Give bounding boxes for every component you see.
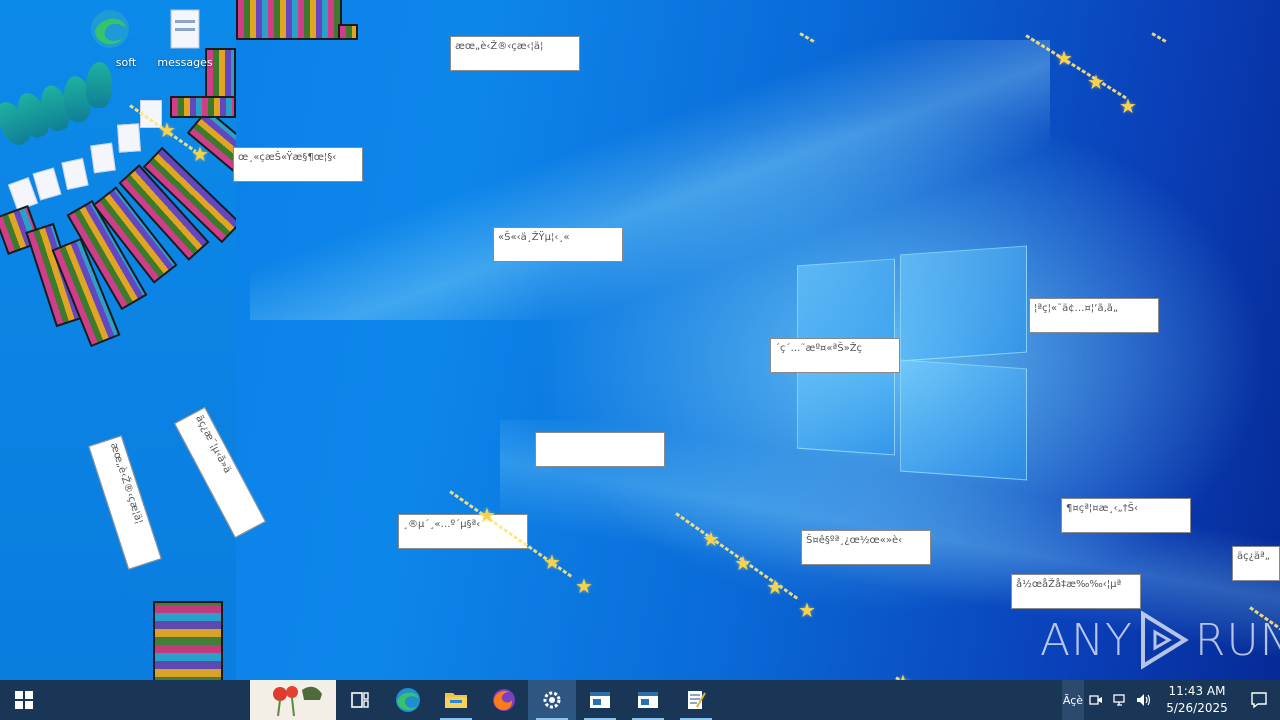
star-icon: ★ <box>191 142 209 166</box>
poppy-icon <box>273 686 322 717</box>
windows-logo-pane <box>900 359 1027 481</box>
window-icon <box>590 692 610 708</box>
star-icon: ★ <box>158 118 176 142</box>
firefox-taskbar-button[interactable] <box>480 680 528 720</box>
glitch-thumbnail <box>153 601 223 680</box>
desktop-icon-label: soft <box>115 56 137 69</box>
floating-label <box>535 432 665 467</box>
notification-icon <box>1251 692 1267 709</box>
task-view-icon <box>351 692 369 708</box>
shooting-star-trail <box>1151 32 1167 43</box>
windows-logo-pane <box>797 358 895 456</box>
firefox-icon <box>493 689 515 711</box>
glitch-paper <box>61 158 89 190</box>
folder-icon <box>445 693 467 708</box>
watermark-text: RUN <box>1194 614 1280 666</box>
floating-label: ¦ªç¦«˜ä¢…¤¦‘ã‚ã„ <box>1029 298 1159 333</box>
window-taskbar-button[interactable] <box>624 680 672 720</box>
desktop: soft messages æœ„è‹Ž®‹çæ‹¦ä¦ œ¸«çæŠ«Ÿæ§¶… <box>0 0 1280 680</box>
star-icon: ★ <box>766 575 784 599</box>
star-icon: ★ <box>1087 70 1105 94</box>
clock[interactable]: 11:43 AM 5/26/2025 <box>1156 683 1238 717</box>
star-icon: ★ <box>798 598 816 622</box>
shooting-star-trail <box>1025 34 1129 101</box>
window-icon <box>638 692 658 708</box>
network-icon[interactable] <box>1108 680 1132 720</box>
window-taskbar-button[interactable] <box>576 680 624 720</box>
floating-label: ´ç´…˜æº¤«ªŠ»Žç <box>770 338 900 373</box>
floating-label: äç¿äª„ <box>1232 546 1280 581</box>
volume-icon[interactable] <box>1132 680 1156 720</box>
desktop-icon-edge[interactable]: soft <box>80 8 140 69</box>
star-icon: ★ <box>1055 46 1073 70</box>
watermark-text: ANY <box>1040 614 1133 666</box>
ime-indicator[interactable]: Ãçè <box>1062 680 1084 720</box>
desktop-icon-messages[interactable]: messages <box>150 8 220 69</box>
floating-label: å½œåŽå‡æ‰‰‹¦µª <box>1011 574 1141 609</box>
file-explorer-taskbar-button[interactable] <box>432 680 480 720</box>
task-view-button[interactable] <box>336 680 384 720</box>
anyrun-watermark: ANY RUN <box>1040 610 1280 670</box>
settings-taskbar-button[interactable] <box>528 680 576 720</box>
star-icon: ★ <box>894 672 912 680</box>
meet-now-icon[interactable] <box>1084 680 1108 720</box>
notification-center-button[interactable] <box>1238 680 1280 720</box>
glitch-paper <box>90 142 116 174</box>
glitch-paper <box>117 123 141 153</box>
gear-icon <box>543 691 561 709</box>
star-icon: ★ <box>1119 94 1137 118</box>
glitch-block <box>236 0 342 40</box>
taskbar-thumbnail-flowers[interactable] <box>250 680 336 720</box>
glitch-block <box>170 96 236 118</box>
clock-time: 11:43 AM <box>1168 684 1226 698</box>
edge-icon <box>80 8 140 53</box>
system-tray: Ãçè 11:43 AM 5/26/2025 <box>1062 680 1280 720</box>
desktop-icon-label: messages <box>157 56 213 69</box>
floating-label: «Š«‹ä¸ŽŸµ¦‹¸« <box>493 227 623 262</box>
floating-label: æœ„è‹Ž®‹çæ‹¦ä¦ <box>450 36 580 71</box>
windows-logo-icon <box>15 691 33 709</box>
floating-label: ¶¤çª¦¤æ¸‹„†Š‹ <box>1061 498 1191 533</box>
floating-label: Š¤ê§ºª¸¿œ½œ«»è‹ <box>801 530 931 565</box>
star-icon: ★ <box>734 551 752 575</box>
glitch-paper <box>32 167 62 201</box>
notepad-icon <box>688 691 706 709</box>
edge-taskbar-button[interactable] <box>384 680 432 720</box>
document-icon <box>150 8 220 53</box>
start-button[interactable] <box>0 680 48 720</box>
taskbar: Ãçè 11:43 AM 5/26/2025 <box>0 680 1280 720</box>
shooting-star-trail <box>799 32 817 44</box>
glitch-block <box>338 24 358 40</box>
star-icon: ★ <box>543 550 561 574</box>
star-icon: ★ <box>702 527 720 551</box>
edge-icon <box>396 688 420 712</box>
clock-date: 5/26/2025 <box>1166 701 1228 715</box>
notepad-taskbar-button[interactable] <box>672 680 720 720</box>
floating-label: œ¸«çæŠ«Ÿæ§¶œ¦§‹ <box>233 147 363 182</box>
play-icon <box>1140 610 1189 670</box>
star-icon: ★ <box>575 574 593 598</box>
windows-logo-pane <box>900 245 1027 362</box>
star-icon: ★ <box>478 503 496 527</box>
glitch-region: soft messages <box>0 0 236 680</box>
